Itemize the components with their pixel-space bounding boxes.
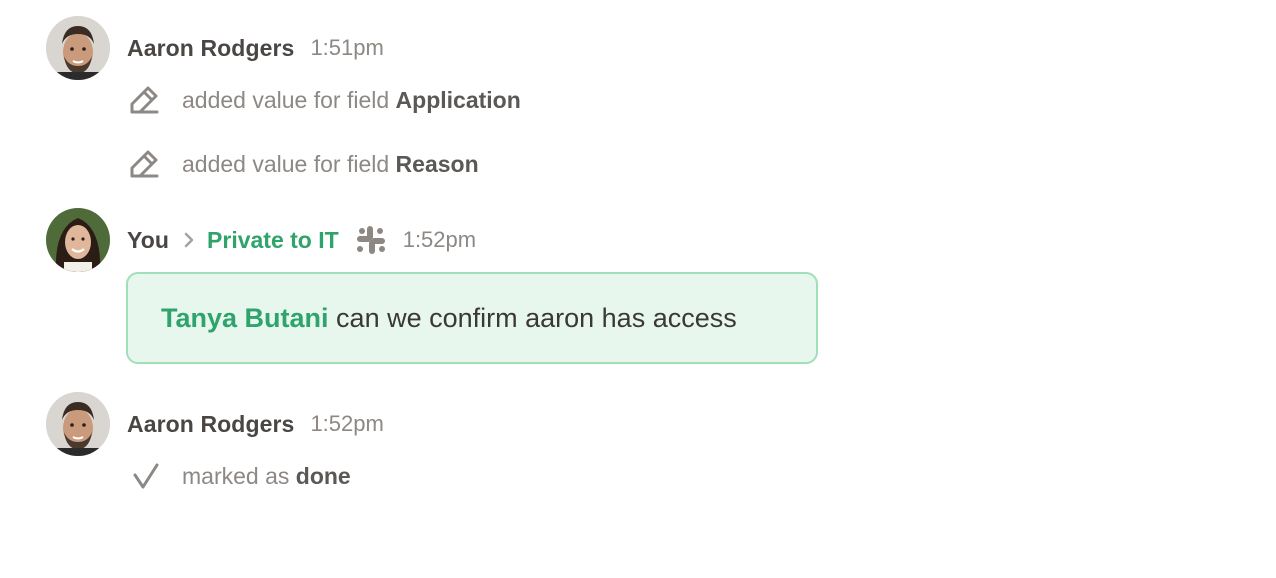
checkmark-icon [128,459,164,493]
activity-item: added value for field Reason [128,147,479,181]
slack-icon [355,224,387,256]
status-value: done [295,462,351,489]
timestamp: 1:52pm [310,411,384,436]
field-name: Application [395,86,521,113]
avatar[interactable] [46,208,110,272]
activity-feed: Aaron Rodgers 1:51pm added value for fie… [0,0,1276,578]
feed-entry-header: You Private to IT 1:52pm [46,208,476,272]
message-text: can we confirm aaron has access [336,302,737,333]
timestamp: 1:51pm [310,35,384,60]
timestamp: 1:52pm [402,227,477,252]
activity-description: added value for field [182,150,390,177]
author-name[interactable]: Aaron Rodgers [127,411,294,438]
activity-text: added value for field Reason [182,151,479,178]
user-mention[interactable]: Tanya Butani [161,303,329,334]
author-name[interactable]: You [127,227,169,254]
chevron-right-icon [183,231,195,249]
activity-item: marked as done [128,459,351,493]
activity-description: added value for field [182,86,390,113]
channel-link[interactable]: Private to IT [207,227,339,254]
activity-item: added value for field Application [128,83,521,117]
author-name[interactable]: Aaron Rodgers [127,35,294,62]
woman-avatar-icon [46,208,110,272]
man-avatar-icon [46,392,110,456]
activity-text: marked as done [182,463,351,490]
feed-entry-header: Aaron Rodgers 1:52pm [46,392,384,456]
pencil-edit-icon [128,147,164,181]
field-name: Reason [395,150,479,177]
message-bubble: Tanya Butani can we confirm aaron has ac… [126,272,818,364]
man-avatar-icon [46,16,110,80]
activity-text: added value for field Application [182,87,521,114]
pencil-edit-icon [128,83,164,117]
avatar[interactable] [46,392,110,456]
feed-entry-header: Aaron Rodgers 1:51pm [46,16,384,80]
activity-description: marked as [182,462,290,489]
avatar[interactable] [46,16,110,80]
